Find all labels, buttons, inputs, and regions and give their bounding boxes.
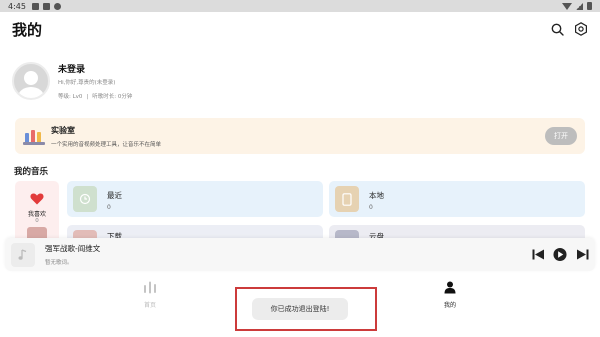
signal-icon (576, 2, 583, 10)
heart-icon (30, 190, 44, 209)
lab-banner[interactable]: 实验室 一个实用的音视频处理工具，让音乐不在简单 打开 (15, 118, 585, 154)
my-music-grid: 我喜欢 0 最近 0 本地 0 下载 云盘 (15, 181, 585, 246)
page-header: 我的 (12, 16, 588, 42)
page-title: 我的 (12, 20, 43, 39)
song-lyric: 暂无歌词。 (45, 260, 73, 266)
record-icon (53, 2, 61, 10)
my-music-title: 我的音乐 (14, 167, 49, 177)
logout-toast: 你已成功退出登陆! (252, 298, 348, 320)
clock-icon (73, 186, 97, 212)
lab-open-button[interactable]: 打开 (545, 127, 577, 145)
wifi-icon (562, 2, 572, 10)
nav-mine[interactable]: 我的 (430, 279, 470, 309)
local-tile[interactable]: 本地 0 (329, 181, 585, 217)
nav-mine-label: 我的 (443, 302, 456, 309)
next-icon[interactable] (575, 248, 589, 262)
user-name[interactable]: 未登录 (58, 62, 132, 75)
notification-icon (42, 2, 50, 10)
lab-subtitle: 一个实用的音视频处理工具，让音乐不在简单 (51, 141, 162, 148)
album-cover[interactable] (11, 242, 35, 267)
phone-icon (335, 186, 359, 212)
avatar[interactable] (12, 62, 50, 100)
favorite-card[interactable]: 我喜欢 0 (15, 181, 59, 246)
user-profile[interactable]: 未登录 Hi,你好,尊贵的(未登录) 等级: Lv0 | 听歌时长: 0分钟 (12, 62, 132, 100)
lab-tools-icon (23, 127, 45, 145)
play-icon[interactable] (553, 247, 567, 262)
listen-time: 听歌时长: 0分钟 (92, 94, 133, 100)
lab-title: 实验室 (51, 125, 75, 135)
toast-highlight: 你已成功退出登陆! (235, 287, 377, 331)
status-right (562, 2, 592, 10)
recent-count: 0 (107, 204, 111, 211)
favorite-label: 我喜欢 (27, 211, 46, 218)
previous-icon[interactable] (531, 248, 545, 262)
person-icon (444, 281, 456, 294)
user-greeting: Hi,你好,尊贵的(未登录) (58, 80, 116, 86)
recent-label: 最近 (107, 191, 122, 200)
equalizer-icon (144, 281, 156, 294)
user-meta: 等级: Lv0 | 听歌时长: 0分钟 (58, 92, 132, 100)
status-time: 4:45 (8, 1, 26, 11)
mini-player[interactable]: 强军战歌-阎维文 暂无歌词。 (5, 238, 595, 271)
nav-home[interactable]: 首页 (130, 279, 170, 309)
local-label: 本地 (369, 191, 384, 200)
song-title: 强军战歌-阎维文 (45, 244, 101, 253)
user-level: 等级: Lv0 (58, 94, 83, 100)
sim-icon (31, 2, 39, 10)
search-icon[interactable] (550, 22, 564, 36)
local-count: 0 (369, 204, 373, 211)
nav-home-label: 首页 (143, 302, 156, 309)
music-note-icon (18, 248, 27, 260)
battery-icon (587, 2, 592, 10)
settings-gear-icon[interactable] (574, 22, 588, 36)
recent-tile[interactable]: 最近 0 (67, 181, 323, 217)
status-bar: 4:45 (0, 0, 600, 12)
favorite-count: 0 (35, 218, 39, 224)
meta-separator: | (86, 94, 89, 100)
